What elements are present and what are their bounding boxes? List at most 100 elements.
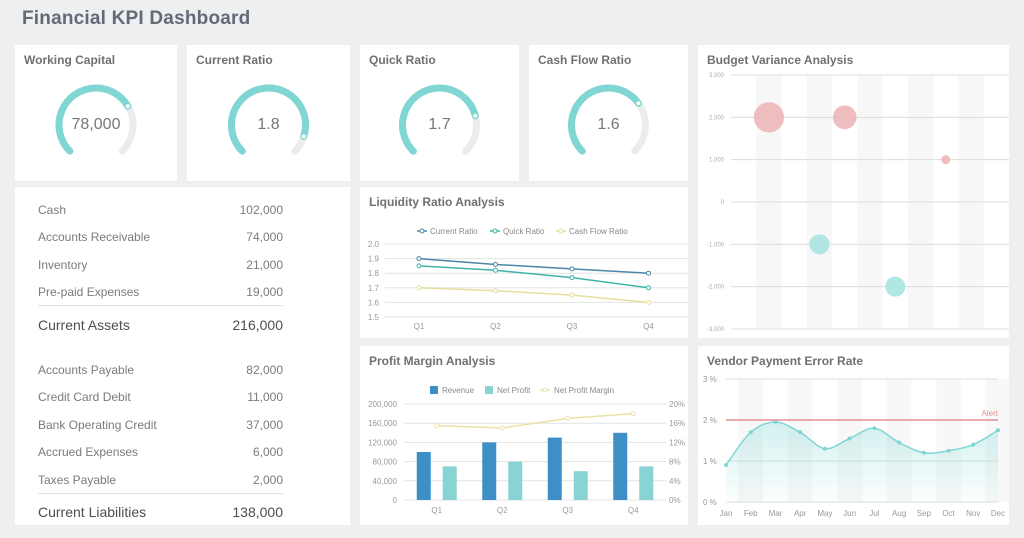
legend-marker-dot bbox=[542, 387, 548, 393]
data-point bbox=[946, 448, 951, 453]
x-tick-label: Q1 bbox=[414, 322, 425, 331]
row-value: 82,000 bbox=[246, 363, 283, 377]
series-line bbox=[418, 287, 649, 304]
legend-swatch-revenue bbox=[430, 386, 438, 394]
data-point bbox=[493, 261, 498, 267]
row-label: Bank Operating Credit bbox=[38, 418, 157, 432]
legend-marker-dot bbox=[492, 228, 498, 234]
row-value: 74,000 bbox=[246, 230, 283, 244]
data-point bbox=[872, 426, 877, 431]
x-tick-label: Jun bbox=[843, 509, 856, 518]
data-point bbox=[569, 292, 575, 298]
page-title: Financial KPI Dashboard bbox=[22, 8, 251, 29]
gauge-card-quick-ratio: Quick Ratio 1.7 bbox=[360, 45, 519, 181]
series-line bbox=[418, 257, 649, 274]
gauge bbox=[399, 84, 480, 155]
total-value: 138,000 bbox=[232, 504, 283, 520]
y2-tick-label: 16% bbox=[669, 419, 685, 428]
bar-revenue bbox=[416, 452, 431, 500]
bubble-positive bbox=[941, 155, 951, 165]
y-tick-label: 2 % bbox=[703, 416, 717, 425]
y2-tick-label: 4% bbox=[669, 477, 681, 486]
data-point bbox=[897, 440, 902, 445]
budget-chart-card: Budget Variance Analysis -3,000 -2,000 -1,… bbox=[698, 45, 1009, 338]
divider bbox=[38, 493, 283, 494]
bubble-positive bbox=[832, 105, 857, 130]
y-tick-label: 1.7 bbox=[368, 284, 380, 293]
balance-panel: Cash 102,000 Accounts Receivable 74,000 In… bbox=[15, 187, 350, 525]
bar-revenue bbox=[613, 432, 628, 500]
profit-chart-card: Profit Margin Analysis 0 40,000 80,000 120,… bbox=[360, 346, 688, 525]
gauge-handle bbox=[300, 133, 307, 140]
data-point bbox=[822, 446, 827, 451]
y-tick-label: 3 % bbox=[703, 375, 717, 384]
data-point bbox=[646, 285, 651, 291]
y-tick-label: 1.9 bbox=[368, 255, 380, 264]
gauge-card-cash-flow-ratio: Cash Flow Ratio 1.6 bbox=[529, 45, 688, 181]
legend-label: Net Profit bbox=[497, 386, 531, 395]
legend-marker-dot bbox=[419, 228, 425, 234]
y-tick-label: 80,000 bbox=[373, 458, 398, 467]
data-point bbox=[996, 428, 1000, 433]
data-point bbox=[416, 285, 422, 291]
bar-net-profit bbox=[442, 466, 457, 500]
data-point bbox=[493, 267, 498, 273]
gauge bbox=[228, 84, 309, 155]
total-label: Current Assets bbox=[38, 317, 130, 333]
row-label: Cash bbox=[38, 203, 67, 217]
legend-label: Cash Flow Ratio bbox=[569, 227, 628, 236]
x-tick-label: Dec bbox=[991, 509, 1005, 518]
y2-tick-label: 8% bbox=[669, 458, 681, 467]
bubble-negative bbox=[809, 234, 830, 255]
y-tick-label: 1.5 bbox=[368, 313, 380, 322]
y-tick-label: 0 % bbox=[703, 498, 717, 507]
legend-label: Current Ratio bbox=[430, 227, 478, 236]
data-point bbox=[569, 266, 575, 272]
y-tick-label: 120,000 bbox=[368, 438, 397, 447]
y-tick-label: -1,000 bbox=[707, 242, 725, 248]
y-tick-label: -3,000 bbox=[707, 327, 725, 333]
margin-point bbox=[434, 423, 440, 429]
alert-label: Alert bbox=[982, 409, 999, 418]
row-value: 37,000 bbox=[246, 418, 283, 432]
legend-label: Revenue bbox=[442, 386, 475, 395]
gauge-handle bbox=[635, 100, 642, 107]
y-tick-label: 3,000 bbox=[709, 73, 725, 79]
x-tick-label: May bbox=[817, 509, 832, 518]
margin-line bbox=[436, 412, 634, 429]
data-point bbox=[921, 450, 926, 455]
y-tick-label: 1.8 bbox=[368, 269, 380, 278]
bar-net-profit bbox=[639, 466, 654, 500]
gauge-value: 1.6 bbox=[597, 116, 620, 133]
legend-marker-dot bbox=[558, 228, 564, 234]
y-tick-label: 0 bbox=[393, 496, 398, 505]
data-point bbox=[748, 430, 753, 435]
margin-point bbox=[499, 425, 505, 431]
x-tick-label: Q3 bbox=[562, 506, 573, 515]
x-tick-label: Q4 bbox=[628, 506, 639, 515]
gauge-handle bbox=[124, 103, 131, 110]
y2-tick-label: 0% bbox=[669, 496, 681, 505]
gauge bbox=[568, 84, 649, 155]
y-tick-label: 2.0 bbox=[368, 240, 380, 249]
row-label: Accounts Payable bbox=[38, 363, 135, 377]
gauge-value: 1.7 bbox=[428, 116, 451, 133]
margin-point bbox=[630, 411, 636, 417]
data-point bbox=[646, 299, 651, 305]
data-point bbox=[493, 288, 498, 294]
y-tick-label: 0 bbox=[721, 200, 725, 206]
row-label: Credit Card Debit bbox=[38, 390, 131, 404]
bubble-positive bbox=[753, 102, 785, 133]
x-tick-label: Apr bbox=[794, 509, 807, 518]
gauge-card-current-ratio: Current Ratio 1.8 bbox=[187, 45, 350, 181]
row-label: Inventory bbox=[38, 258, 88, 272]
data-point bbox=[971, 442, 976, 447]
data-point bbox=[416, 263, 422, 269]
x-tick-label: Q2 bbox=[497, 506, 508, 515]
divider bbox=[38, 305, 283, 306]
gauge bbox=[55, 84, 137, 155]
x-tick-label: Sep bbox=[917, 509, 932, 518]
liquidity-chart-card: Liquidity Ratio Analysis 1.5 1.6 1.7 1.8 1.9… bbox=[360, 187, 688, 338]
profit-chart: 0 40,000 80,000 120,000 160,000 200,000 0% 4% 8%… bbox=[368, 386, 685, 515]
row-label: Taxes Payable bbox=[38, 473, 117, 487]
